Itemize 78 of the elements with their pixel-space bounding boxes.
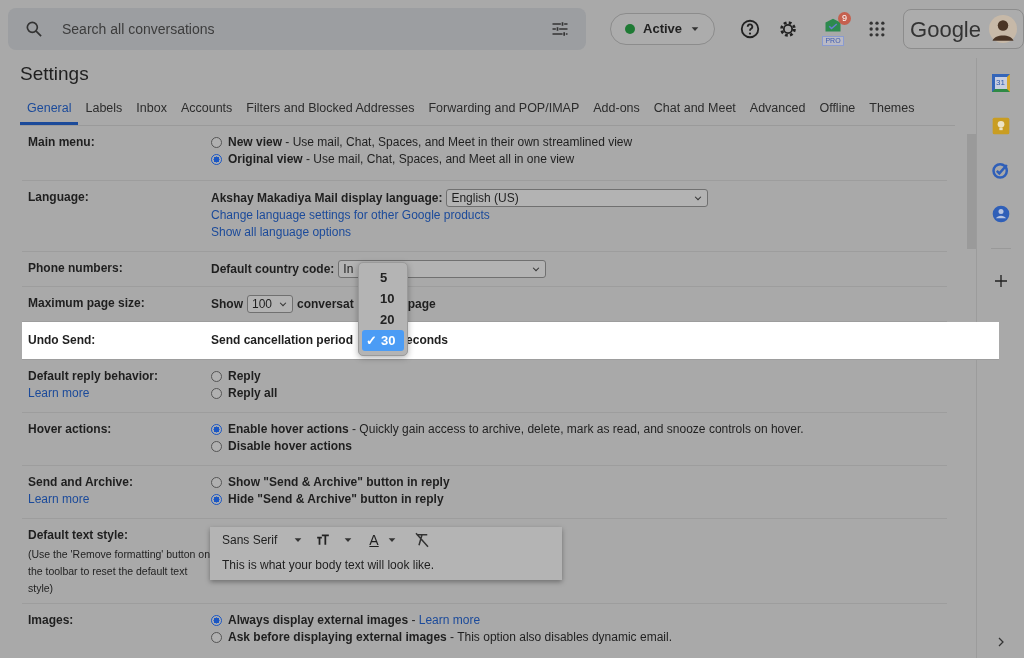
settings-tab[interactable]: Themes: [862, 96, 922, 126]
language-link[interactable]: Change language settings for other Google products: [211, 207, 490, 225]
calendar-icon[interactable]: 31: [991, 74, 1010, 92]
caret-icon: [690, 24, 701, 34]
language-link[interactable]: Show all language options: [211, 224, 352, 242]
preview-text: This is what your body text will look like.: [222, 557, 436, 575]
setting-label: Maximum page size:: [28, 295, 146, 313]
search-input[interactable]: Search all conversations: [60, 17, 534, 41]
setting-label: Language:: [28, 189, 90, 207]
learn-more-link[interactable]: Learn more: [418, 613, 481, 628]
account-logo: Google: [910, 15, 981, 44]
lightbulb-icon[interactable]: [990, 116, 1011, 136]
option-label[interactable]: Reply: [228, 368, 261, 386]
radio-button[interactable]: [211, 477, 222, 489]
option-label[interactable]: Hide "Send & Archive" button in reply: [228, 491, 444, 509]
radio-button[interactable]: [211, 154, 222, 166]
dropdown-option[interactable]: 20: [362, 308, 405, 330]
learn-more-link[interactable]: Learn more: [28, 385, 90, 403]
search-icon[interactable]: [24, 19, 44, 39]
account-button[interactable]: Google: [903, 9, 1024, 49]
field-label: Akshay Makadiya Mail display language:: [211, 189, 443, 207]
help-icon[interactable]: [739, 18, 762, 40]
setting-label: Send and Archive:: [28, 474, 134, 492]
settings-tab[interactable]: Add-ons: [586, 96, 647, 126]
setting-label: Images:: [28, 612, 75, 630]
field-label: Default country code:: [211, 260, 335, 278]
settings-tab[interactable]: Advanced: [742, 96, 813, 126]
dropdown[interactable]: English (US): [446, 189, 709, 208]
option-label[interactable]: Ask before displaying external images - This option also disables dynamic email.: [228, 629, 672, 647]
option-label[interactable]: Show "Send & Archive" button in reply: [228, 474, 450, 492]
setting-note: (Use the 'Remove formatting' button on the toolbar to reset the default text style): [28, 547, 212, 597]
settings-tab[interactable]: Accounts: [173, 96, 240, 126]
radio-button[interactable]: [211, 137, 222, 149]
radio-button[interactable]: [211, 371, 222, 383]
option-label[interactable]: Original view - Use mail, Chat, Spaces, and Meet all in one view: [228, 151, 575, 169]
page-title: Settings: [20, 62, 90, 86]
radio-button[interactable]: [211, 632, 222, 644]
notification-badge: 9: [838, 12, 852, 25]
field-label: conversat: [297, 295, 354, 313]
radio-button[interactable]: [211, 615, 222, 627]
dropdown[interactable]: 100: [247, 295, 293, 314]
settings-tab[interactable]: Filters and Blocked Addresses: [239, 96, 422, 126]
search-field[interactable]: Search all conversations: [8, 8, 586, 50]
check-circle-icon[interactable]: [990, 160, 1011, 180]
option-label[interactable]: New view - Use mail, Chat, Spaces, and Meet in their own streamlined view: [228, 134, 633, 152]
option-label[interactable]: Reply all: [228, 385, 278, 403]
sliders-icon[interactable]: [550, 19, 570, 39]
radio-button[interactable]: [211, 494, 222, 506]
setting-label: Phone numbers:: [28, 260, 124, 278]
settings-tab[interactable]: General: [20, 96, 79, 126]
field-label: econds: [406, 332, 449, 350]
option-label[interactable]: Disable hover actions: [228, 438, 353, 456]
setting-label: Main menu:: [28, 134, 96, 152]
dropdown-option[interactable]: 10: [362, 287, 405, 309]
settings-tab[interactable]: Labels: [78, 96, 130, 126]
settings-tab[interactable]: Chat and Meet: [646, 96, 743, 126]
plus-icon[interactable]: [992, 273, 1009, 289]
radio-button[interactable]: [211, 441, 222, 453]
radio-button[interactable]: [211, 388, 222, 400]
field-label: page: [407, 295, 436, 313]
option-label[interactable]: Always display external images - Learn more: [228, 612, 481, 630]
setting-label: Hover actions:: [28, 421, 113, 439]
field-label: Send cancellation period: [211, 332, 354, 350]
learn-more-link[interactable]: Learn more: [28, 491, 90, 509]
setting-label: Default text style:: [28, 527, 130, 545]
setting-label: Undo Send:: [28, 332, 97, 350]
avatar: [989, 15, 1017, 43]
field-label: Show: [211, 295, 243, 313]
settings-tab[interactable]: Inbox: [129, 96, 174, 126]
option-label[interactable]: Enable hover actions - Quickly gain access to archive, delete, mark as read, and snooze controls on hover.: [228, 421, 804, 439]
settings-tab[interactable]: Offline: [812, 96, 863, 126]
status-button[interactable]: Active: [610, 13, 716, 45]
contact-icon[interactable]: [990, 204, 1011, 224]
font-dropdown[interactable]: Sans Serif: [222, 531, 304, 549]
setting-label: Default reply behavior:: [28, 368, 160, 386]
radio-button[interactable]: [211, 424, 222, 436]
settings-tab[interactable]: Forwarding and POP/IMAP: [421, 96, 587, 126]
text-color-button[interactable]: A: [369, 531, 379, 549]
